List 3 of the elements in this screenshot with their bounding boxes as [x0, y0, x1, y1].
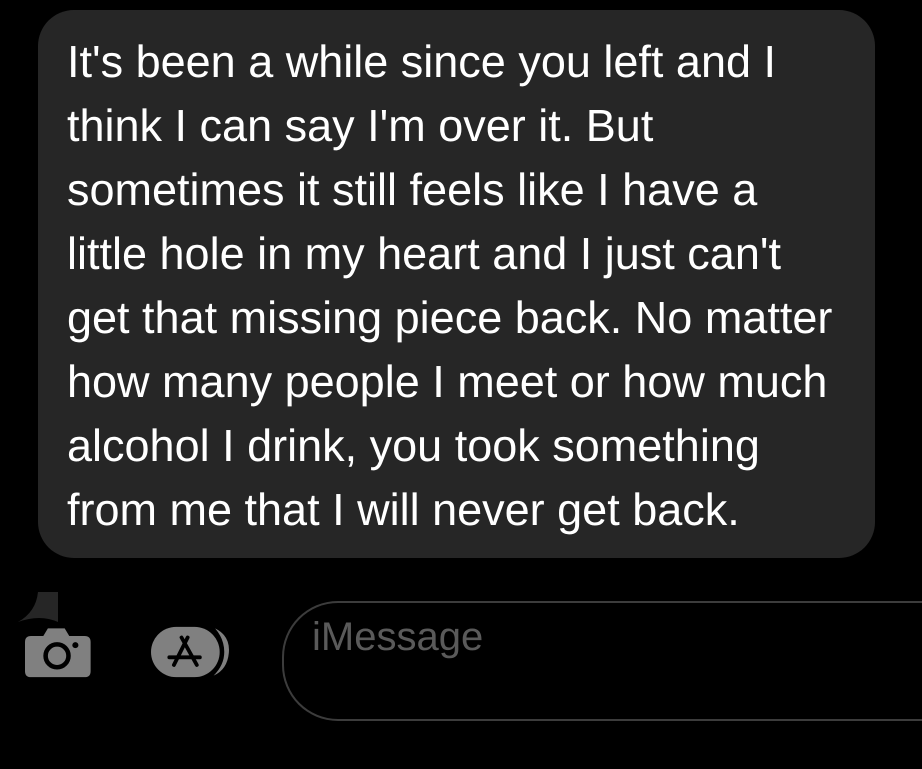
message-text: It's been a while since you left and I think I can say I'm over it. But sometimes it still feels like I have a little hole in my heart and I just can't get that missing piece back. No matter how many people I meet or how much alcohol I drink, you took something from me that I will never get back.: [67, 35, 834, 537]
bubble-tail: [18, 592, 58, 622]
message-input-field[interactable]: iMessage: [282, 601, 922, 721]
